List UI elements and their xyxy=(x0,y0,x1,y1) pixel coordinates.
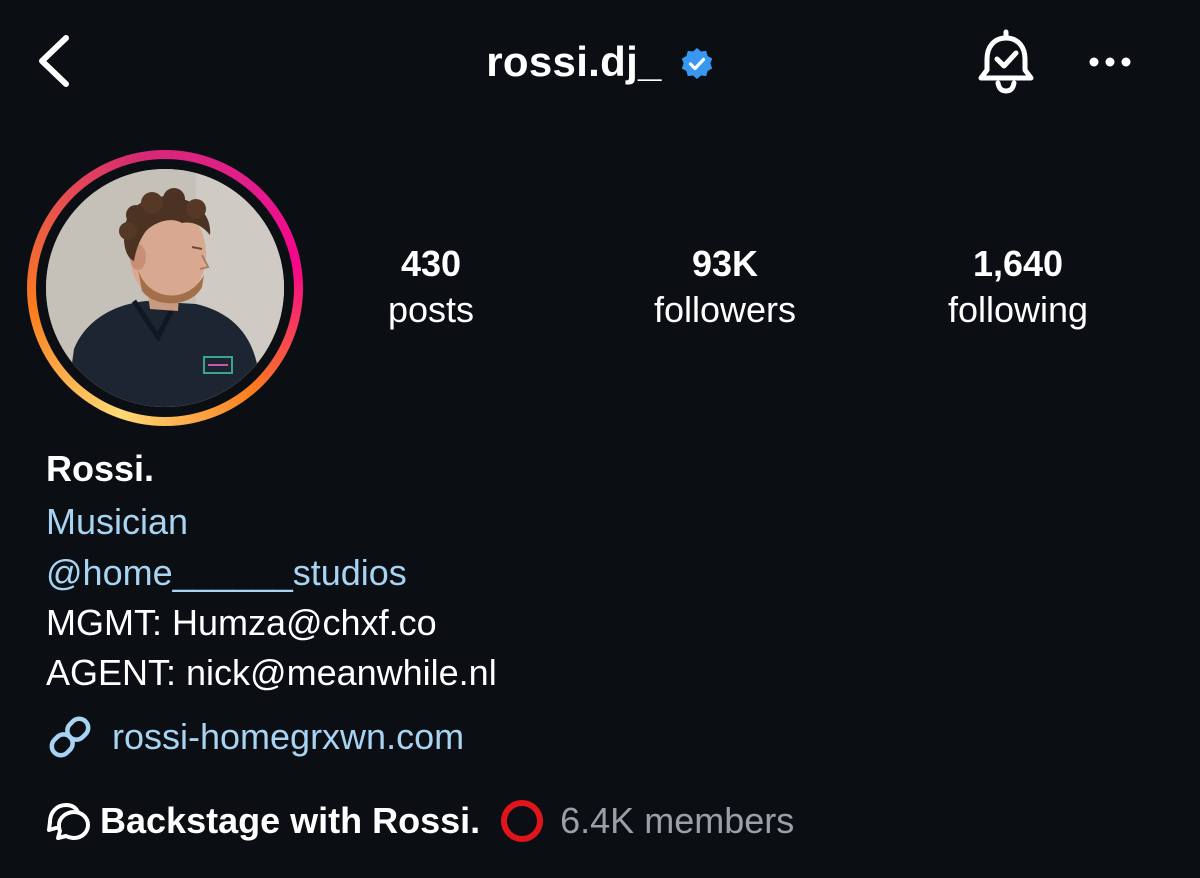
channel-name[interactable]: Backstage with Rossi. xyxy=(100,796,480,846)
avatar-portrait-illustration xyxy=(46,169,284,407)
category-label[interactable]: Musician xyxy=(46,497,188,547)
following-label: following xyxy=(947,289,1089,330)
profile-header: rossi.dj_ xyxy=(0,0,1200,130)
avatar-gap xyxy=(36,159,294,417)
bio-mgmt-line: MGMT: Humza@chxf.co xyxy=(46,602,437,643)
more-options-icon[interactable] xyxy=(1080,40,1140,84)
link-icon xyxy=(49,716,91,758)
avatar xyxy=(46,169,284,407)
channel-ring-icon xyxy=(501,800,544,842)
stat-followers[interactable]: 93K followers xyxy=(625,242,825,334)
channel-members: 6.4K members xyxy=(560,800,795,841)
story-ring[interactable] xyxy=(27,150,303,426)
website-link-text[interactable]: rossi-homegrxwn.com xyxy=(112,712,464,762)
following-count: 1,640 xyxy=(972,243,1064,284)
website-link[interactable]: rossi-homegrxwn.com xyxy=(46,712,464,762)
username-title[interactable]: rossi.dj_ xyxy=(486,36,661,88)
followers-label: followers xyxy=(653,289,797,330)
bell-check-icon[interactable] xyxy=(972,28,1040,96)
posts-count: 430 xyxy=(400,243,462,284)
stat-posts[interactable]: 430 posts xyxy=(361,242,501,334)
chat-bubbles-icon xyxy=(47,802,90,840)
verified-badge-icon xyxy=(681,48,712,79)
display-name: Rossi. xyxy=(46,448,155,489)
broadcast-channel[interactable]: Backstage with Rossi. 6.4K members xyxy=(46,796,794,846)
mention-link[interactable]: @home______studios xyxy=(46,548,407,598)
bio-agent-line: AGENT: nick@meanwhile.nl xyxy=(46,652,497,693)
posts-label: posts xyxy=(387,289,475,330)
followers-count: 93K xyxy=(691,243,759,284)
stat-following[interactable]: 1,640 following xyxy=(918,242,1118,334)
